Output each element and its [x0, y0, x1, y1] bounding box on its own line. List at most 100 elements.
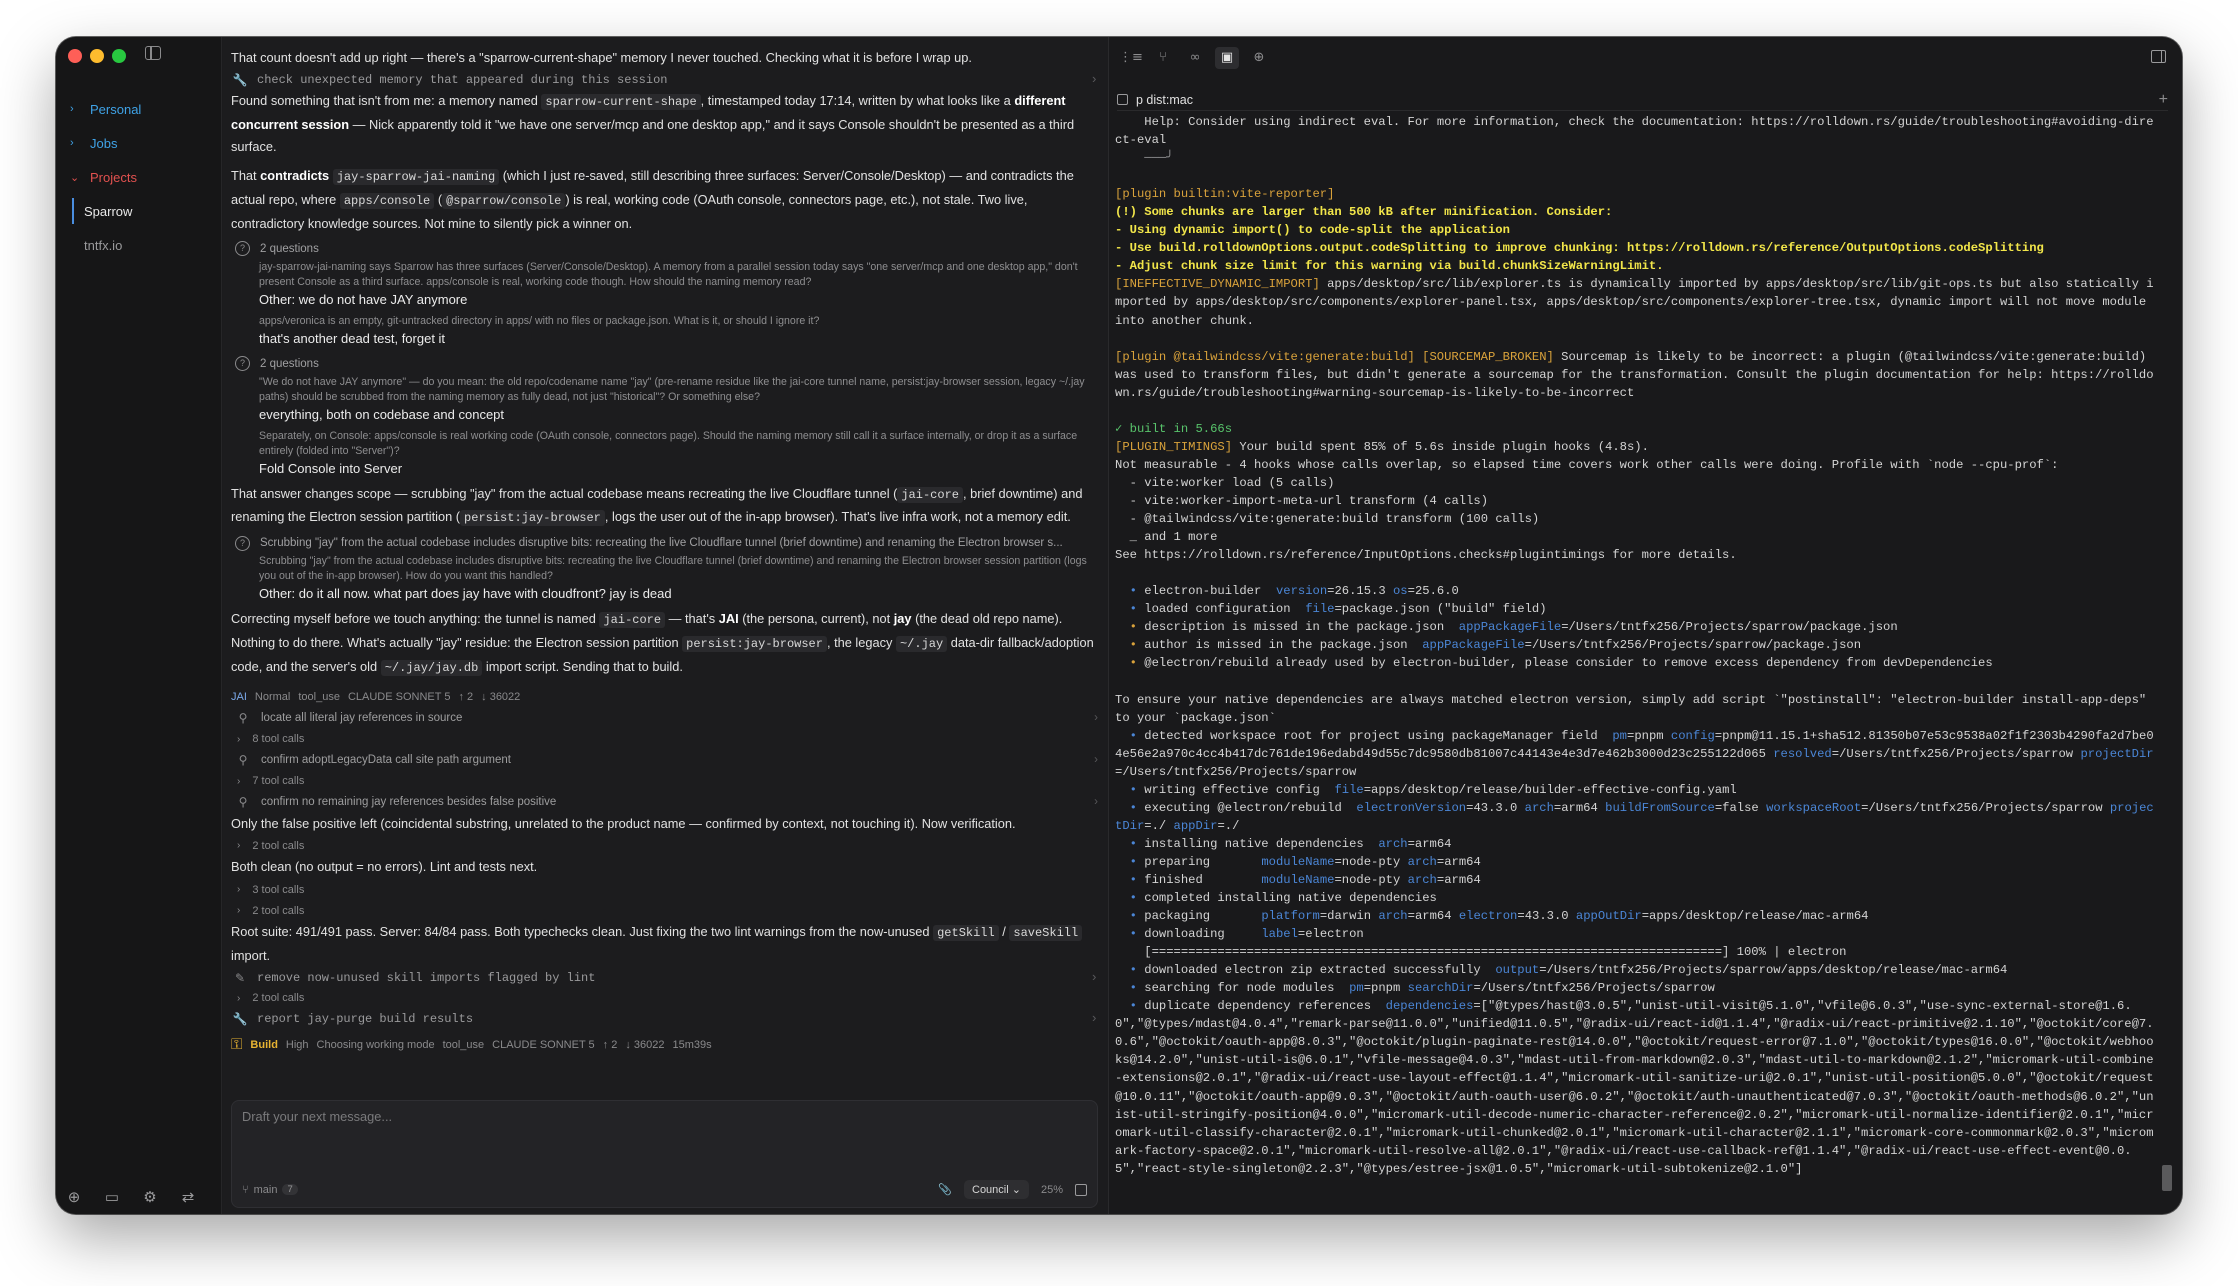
terminal-line: • downloaded electron zip extracted succ…: [1129, 963, 2008, 978]
message-input[interactable]: Draft your next message...: [242, 1109, 392, 1124]
project-label: Sparrow: [84, 203, 133, 219]
terminal-line: - vite:worker load (5 calls): [1115, 475, 1335, 490]
sidebar-item-jobs[interactable]: › Jobs: [64, 126, 213, 160]
assistant-message: Root suite: 491/491 pass. Server: 84/84 …: [231, 921, 1098, 968]
tool-call-row[interactable]: ⚲ confirm adoptLegacyData call site path …: [231, 750, 1098, 771]
tool-calls-group[interactable]: › 8 tool calls: [231, 729, 1098, 750]
gear-icon[interactable]: ⚙: [142, 1190, 158, 1206]
tool-calls-group[interactable]: › 2 tool calls: [231, 835, 1098, 856]
tool-call-row[interactable]: ⚲ locate all literal jay references in so…: [231, 708, 1098, 729]
terminal-key: file: [1334, 782, 1364, 797]
minimize-window-button[interactable]: [90, 49, 104, 63]
chat-transcript[interactable]: That count doesn't add up right — there'…: [231, 37, 1098, 1097]
terminal-key: dependencies: [1385, 999, 1474, 1014]
message-text: (the dead old repo name).: [911, 611, 1063, 627]
terminal-key: arch: [1407, 872, 1437, 887]
project-item-tntfx[interactable]: tntfx.io: [64, 228, 213, 262]
sidebar-item-label: Jobs: [90, 135, 118, 151]
question-block[interactable]: ? Scrubbing "jay" from the actual codebas…: [231, 532, 1098, 554]
terminal-line: • searching for node modules pm=pnpm sea…: [1129, 981, 1715, 996]
project-item-sparrow[interactable]: Sparrow: [64, 194, 213, 228]
tool-call-label: remove now-unused skill imports flagged …: [257, 970, 596, 985]
new-chat-icon[interactable]: ⊕: [66, 1190, 82, 1206]
terminal-key: config: [1670, 728, 1715, 743]
status-text: Choosing working mode: [316, 1038, 435, 1051]
terminal-output[interactable]: Help: Consider using indirect eval. For …: [1115, 113, 2158, 1204]
question-text: jay-sparrow-jai-naming says Sparrow has …: [259, 260, 1078, 288]
project-label: tntfx.io: [84, 237, 123, 253]
mode-dropdown[interactable]: Council ⌄: [964, 1180, 1029, 1199]
folder-icon[interactable]: ▭: [104, 1190, 120, 1206]
sidebar-item-projects[interactable]: ⌄ Projects: [64, 160, 213, 194]
question-text: Separately, on Console: apps/console is …: [259, 429, 1078, 457]
terminal-line-prefix: [INEFFECTIVE_DYNAMIC_IMPORT]: [1115, 277, 1320, 292]
terminal-key: version: [1275, 584, 1328, 599]
build-status: ⚿ Build High Choosing working mode tool_…: [231, 1033, 1098, 1057]
questions-block[interactable]: ? 2 questions: [231, 238, 1098, 260]
globe-icon[interactable]: ⊕: [1247, 47, 1271, 69]
bullet-icon: •: [1129, 963, 1137, 978]
inline-code: ~/.jay/jay.db: [380, 659, 483, 676]
tool-calls-count: 7 tool calls: [252, 775, 305, 788]
search-icon: ⚲: [238, 795, 248, 810]
bullet-icon: •: [1129, 638, 1137, 653]
chat-panel: That count doesn't add up right — there'…: [223, 37, 1108, 1214]
terminal-line: [plugin builtin:vite-reporter]: [1115, 187, 1335, 202]
close-window-button[interactable]: [68, 49, 82, 63]
message-meta: JAI Normal tool_use CLAUDE SONNET 5 ↑ 2 …: [231, 686, 1098, 708]
terminal-scrollbar[interactable]: [2162, 1165, 2172, 1191]
assistant-message: That count doesn't add up right — there'…: [231, 47, 1098, 70]
chevron-right-icon: ›: [1090, 72, 1098, 88]
stop-icon[interactable]: [1075, 1183, 1087, 1196]
shuffle-icon[interactable]: ⇄: [180, 1190, 196, 1206]
questions-block[interactable]: ? 2 questions: [231, 353, 1098, 375]
tokens-out: ↓ 36022: [625, 1038, 665, 1051]
tool-calls-group[interactable]: › 3 tool calls: [231, 879, 1098, 900]
tool-calls-count: 2 tool calls: [252, 992, 305, 1005]
zoom-window-button[interactable]: [112, 49, 126, 63]
message-text: — Nick apparently told it "we have one s…: [231, 116, 1075, 155]
tool-calls-group[interactable]: › 7 tool calls: [231, 771, 1098, 792]
terminal-tab[interactable]: p dist:mac +: [1117, 89, 2168, 111]
tool-call-row[interactable]: ⚲ confirm no remaining jay references bes…: [231, 792, 1098, 813]
git-branch-icon[interactable]: ⑂: [1151, 47, 1175, 69]
terminal-line: - vite:worker-import-meta-url transform …: [1115, 493, 1489, 508]
bullet-icon: •: [1129, 782, 1137, 797]
tool-calls-group[interactable]: › 2 tool calls: [231, 988, 1098, 1009]
paperclip-icon[interactable]: 📎: [938, 1183, 952, 1196]
key-icon: ⚿: [231, 1036, 243, 1054]
tree-icon[interactable]: ⋮≡: [1119, 47, 1143, 69]
message-text: , the legacy: [826, 634, 896, 650]
sidebar-footer: ⊕ ▭ ⚙ ⇄: [66, 1190, 196, 1206]
chevron-right-icon: ›: [1090, 1011, 1098, 1027]
terminal-line: • description is missed in the package.j…: [1129, 620, 1898, 635]
tool-calls-group[interactable]: › 2 tool calls: [231, 900, 1098, 921]
search-icon: ⚲: [238, 711, 248, 726]
chevron-right-icon: ›: [237, 884, 241, 896]
tool-call-row[interactable]: 🔧 report jay-purge build results ›: [231, 1009, 1098, 1029]
tool-call-row[interactable]: ✎ remove now-unused skill imports flagged…: [231, 968, 1098, 988]
inline-code: jai-core: [599, 612, 666, 629]
wrench-icon: 🔧: [232, 72, 248, 87]
terminal-key: projectDir: [2080, 746, 2154, 761]
add-tab-icon[interactable]: +: [2159, 91, 2168, 109]
bullet-icon: •: [1129, 602, 1137, 617]
link-icon[interactable]: ∞: [1183, 47, 1207, 69]
question-text: apps/veronica is an empty, git-untracked…: [259, 314, 820, 327]
terminal-key: electronVersion: [1356, 800, 1467, 815]
bullet-icon: •: [1129, 872, 1137, 887]
chevron-right-icon: ›: [1090, 970, 1098, 986]
question-icon: ?: [235, 535, 250, 551]
message-text: — that's: [665, 611, 719, 627]
terminal-key: searchDir: [1407, 981, 1474, 996]
sidebar-toggle-icon[interactable]: [145, 46, 161, 60]
branch-name: main: [253, 1183, 278, 1196]
terminal-icon[interactable]: ▣: [1215, 47, 1239, 69]
message-composer[interactable]: Draft your next message... ⑂ main 7 📎 Co…: [231, 1100, 1098, 1208]
branch-selector[interactable]: ⑂ main 7: [242, 1184, 298, 1196]
sidebar-item-personal[interactable]: › Personal: [64, 92, 213, 126]
tool-call-row[interactable]: 🔧 check unexpected memory that appeared d…: [231, 70, 1098, 90]
inline-code: ~/.jay: [895, 635, 948, 652]
panel-layout-icon[interactable]: [2151, 50, 2166, 63]
inline-code: sparrow-current-shape: [541, 93, 701, 110]
